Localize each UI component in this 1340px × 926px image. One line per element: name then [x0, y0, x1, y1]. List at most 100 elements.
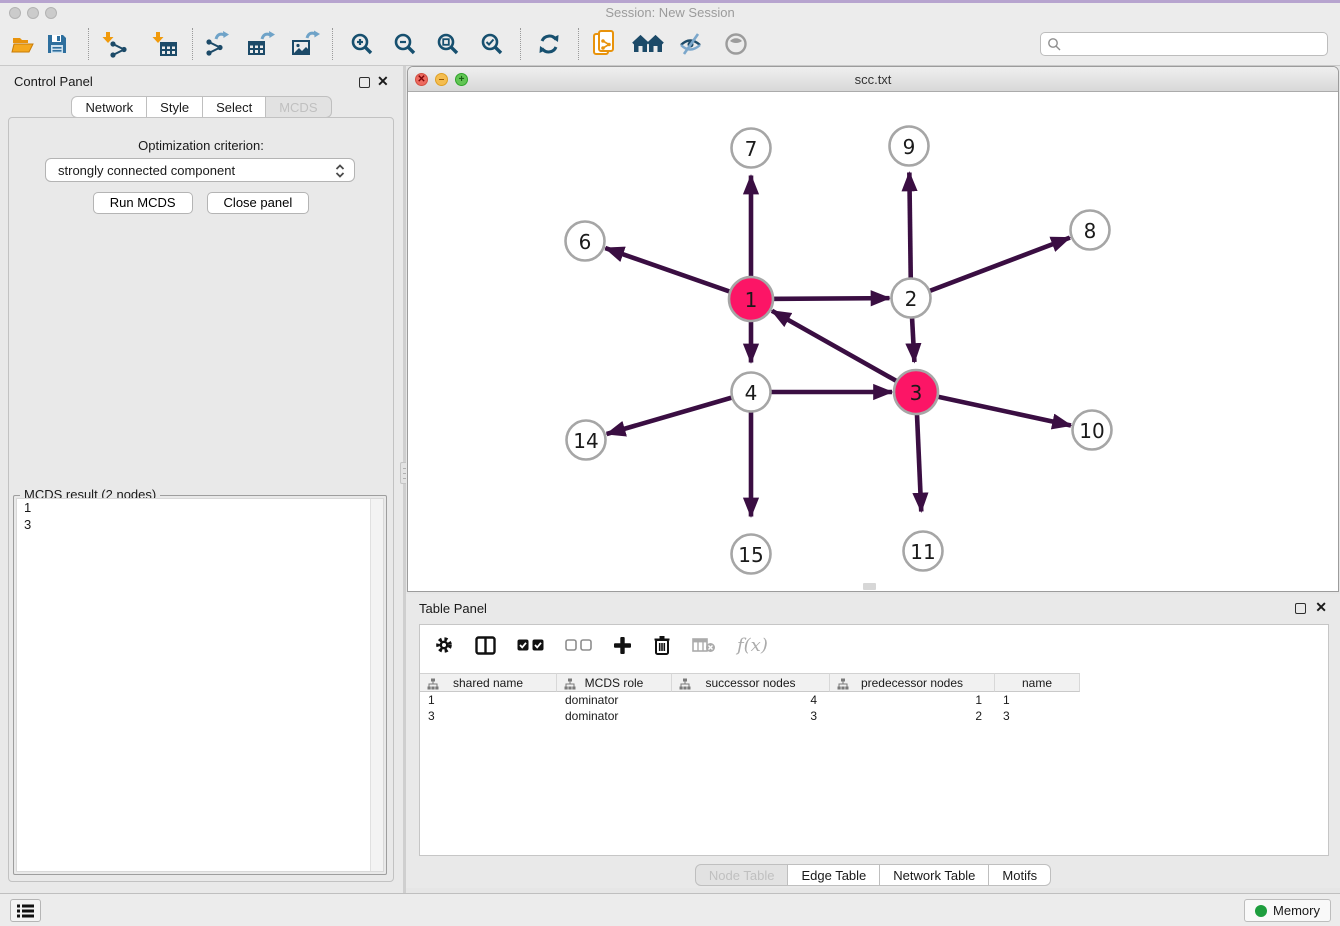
- main-area: Control Panel ✕ NetworkStyleSelectMCDS O…: [0, 66, 1340, 893]
- table-cell[interactable]: 2: [830, 708, 995, 724]
- app-title: Session: New Session: [0, 5, 1340, 20]
- delete-column-button-disabled: [692, 633, 716, 657]
- import-network-icon: [101, 30, 129, 58]
- hide-selected-button[interactable]: [674, 29, 708, 59]
- splitter-handle[interactable]: [863, 583, 876, 590]
- graph-node-label: 1: [745, 288, 758, 312]
- refresh-layout-button[interactable]: [532, 29, 566, 59]
- table-cell[interactable]: dominator: [557, 692, 672, 708]
- tab-edge-table[interactable]: Edge Table: [788, 864, 880, 886]
- table-cell[interactable]: 1: [830, 692, 995, 708]
- toolbar-separator: [332, 28, 333, 60]
- list-icon: [17, 904, 34, 918]
- graph-node-label: 14: [573, 429, 598, 453]
- graph-node-label: 3: [910, 381, 923, 405]
- graph-node-label: 10: [1079, 419, 1104, 443]
- table-row[interactable]: 1dominator411: [420, 692, 1328, 708]
- import-table-icon: [151, 30, 179, 58]
- graph-edge-2-8[interactable]: [911, 238, 1070, 298]
- column-visibility-button[interactable]: [475, 633, 496, 657]
- table-cell[interactable]: 3: [995, 708, 1080, 724]
- table-cell[interactable]: 1: [420, 692, 557, 708]
- tab-mcds[interactable]: MCDS: [266, 96, 331, 118]
- table-cell[interactable]: 4: [672, 692, 830, 708]
- import-network-button[interactable]: [98, 29, 132, 59]
- clone-network-button[interactable]: [588, 29, 622, 59]
- open-folder-icon: [10, 31, 36, 57]
- table-row[interactable]: 3dominator323: [420, 708, 1328, 724]
- toolbar-separator: [192, 28, 193, 60]
- zoom-selected-button[interactable]: [475, 29, 509, 59]
- search-field[interactable]: [1040, 32, 1328, 56]
- graph-edge-3-10[interactable]: [916, 392, 1071, 425]
- column-header-shared-name[interactable]: shared name: [420, 673, 557, 692]
- network-window-titlebar[interactable]: ✕ – + scc.txt: [408, 67, 1338, 92]
- mcds-result-item[interactable]: 1: [17, 499, 383, 516]
- table-panel-title: Table Panel: [419, 601, 487, 616]
- column-header-mcds-role[interactable]: MCDS role: [557, 673, 672, 692]
- two-houses-icon: [632, 31, 664, 57]
- tab-select[interactable]: Select: [203, 96, 266, 118]
- mcds-result-list[interactable]: 1 3: [16, 498, 384, 872]
- graph-node-label: 2: [905, 287, 918, 311]
- zoom-out-button[interactable]: [388, 29, 422, 59]
- close-panel-icon[interactable]: ✕: [377, 73, 389, 90]
- graph-node-label: 15: [738, 543, 763, 567]
- column-header-successor-nodes[interactable]: successor nodes: [672, 673, 830, 692]
- show-all-button[interactable]: [719, 29, 753, 59]
- control-panel-title: Control Panel: [14, 74, 93, 89]
- tab-node-table[interactable]: Node Table: [695, 864, 789, 886]
- graph-edge-3-1[interactable]: [772, 311, 916, 392]
- settings-gear-button[interactable]: [434, 633, 454, 657]
- network-canvas[interactable]: 7968124314101511: [408, 93, 1338, 591]
- add-row-button[interactable]: [613, 633, 632, 657]
- tab-style[interactable]: Style: [147, 96, 203, 118]
- zoom-in-button[interactable]: [345, 29, 379, 59]
- zoom-fit-button[interactable]: [431, 29, 465, 59]
- search-input[interactable]: [1061, 34, 1327, 54]
- close-table-panel-icon[interactable]: ✕: [1315, 599, 1327, 616]
- run-mcds-button[interactable]: Run MCDS: [93, 192, 193, 214]
- result-scrollbar[interactable]: [370, 499, 383, 871]
- memory-button[interactable]: Memory: [1244, 899, 1331, 922]
- import-table-button[interactable]: [148, 29, 182, 59]
- mcds-pane: Optimization criterion: strongly connect…: [8, 117, 394, 882]
- tab-network-table[interactable]: Network Table: [880, 864, 989, 886]
- eye-slash-icon: [677, 31, 705, 57]
- float-table-panel-icon[interactable]: [1295, 603, 1306, 614]
- optimization-criterion-dropdown[interactable]: strongly connected component: [45, 158, 355, 182]
- mcds-result-item[interactable]: 3: [17, 516, 383, 533]
- deselect-all-button[interactable]: [565, 633, 592, 657]
- main-toolbar: [0, 22, 1340, 66]
- toolbar-separator: [88, 28, 89, 60]
- task-history-button[interactable]: [10, 899, 41, 922]
- export-network-button[interactable]: [200, 29, 234, 59]
- table-cell[interactable]: 1: [995, 692, 1080, 708]
- save-session-button[interactable]: [40, 29, 74, 59]
- graph-node-label: 9: [903, 135, 916, 159]
- toolbar-separator: [520, 28, 521, 60]
- table-cell[interactable]: dominator: [557, 708, 672, 724]
- open-file-button[interactable]: [6, 29, 40, 59]
- column-header-predecessor-nodes[interactable]: predecessor nodes: [830, 673, 995, 692]
- export-image-button[interactable]: [288, 29, 322, 59]
- clone-network-icon: [591, 29, 619, 59]
- float-panel-icon[interactable]: [359, 77, 370, 88]
- tab-motifs[interactable]: Motifs: [989, 864, 1051, 886]
- export-image-icon: [290, 30, 320, 58]
- graph-edge-4-14[interactable]: [607, 392, 751, 434]
- node-table: shared nameMCDS rolesuccessor nodesprede…: [420, 673, 1328, 724]
- tab-network[interactable]: Network: [71, 96, 147, 118]
- table-cell[interactable]: 3: [672, 708, 830, 724]
- table-cell[interactable]: 3: [420, 708, 557, 724]
- first-neighbors-button[interactable]: [631, 29, 665, 59]
- column-header-name[interactable]: name: [995, 673, 1080, 692]
- search-icon: [1047, 37, 1061, 51]
- select-all-button[interactable]: [517, 633, 544, 657]
- close-panel-button[interactable]: Close panel: [207, 192, 310, 214]
- delete-row-button[interactable]: [653, 633, 671, 657]
- graph-node-label: 8: [1084, 219, 1097, 243]
- control-panel: Control Panel ✕ NetworkStyleSelectMCDS O…: [0, 66, 403, 893]
- export-table-button[interactable]: [244, 29, 278, 59]
- delete-column-icon: [692, 637, 716, 653]
